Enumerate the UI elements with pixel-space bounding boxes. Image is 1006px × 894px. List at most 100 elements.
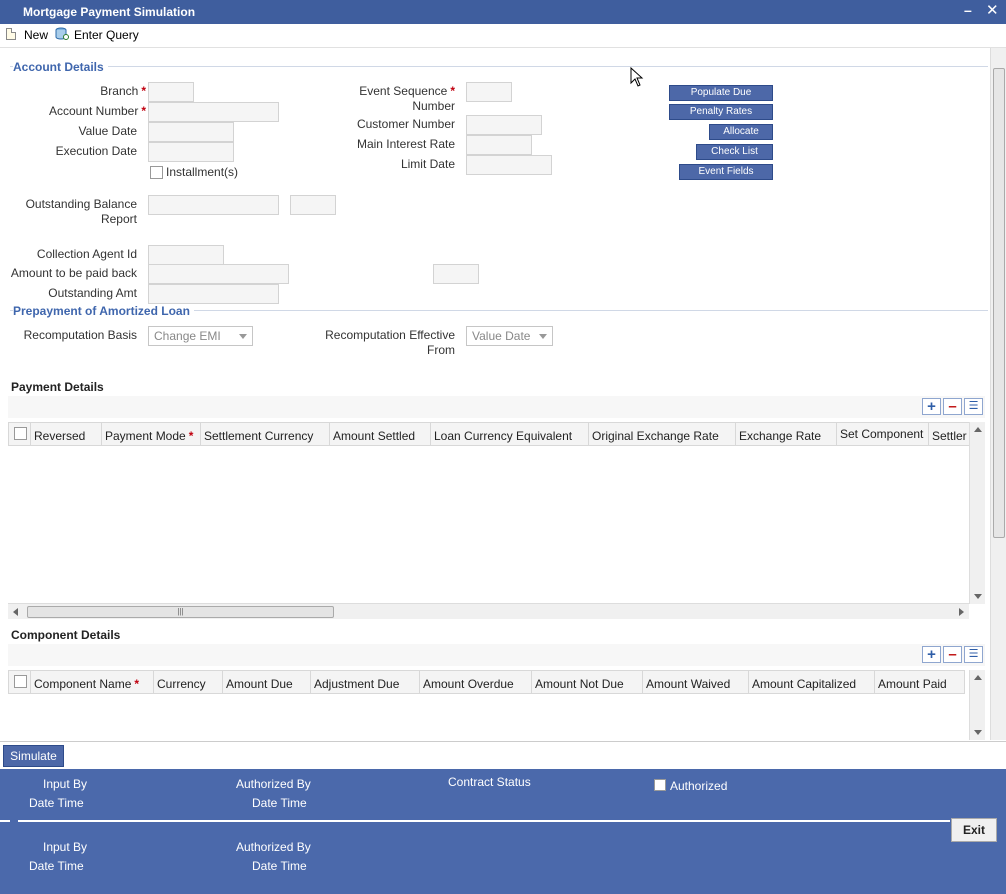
collection-agent-label: Collection Agent Id xyxy=(36,247,137,261)
amount-paid-back-input[interactable] xyxy=(148,264,289,284)
recomputation-basis-label: Recomputation Basis xyxy=(23,328,137,342)
hscroll-thumb[interactable]: ||| xyxy=(27,606,334,618)
date-time-label: Date Time xyxy=(252,859,307,873)
column-header[interactable]: Component Name * xyxy=(31,670,154,694)
new-label: New xyxy=(24,28,49,42)
event-fields-button[interactable]: Event Fields xyxy=(679,164,773,180)
scroll-left-icon[interactable] xyxy=(13,608,18,616)
account-number-input[interactable] xyxy=(148,102,279,122)
component-select-all-header xyxy=(8,670,31,694)
column-header[interactable]: Amount Overdue xyxy=(420,670,532,694)
value-date-input[interactable] xyxy=(148,122,234,142)
database-query-icon xyxy=(55,27,69,40)
select-all-checkbox[interactable] xyxy=(14,675,27,688)
outstanding-balance-label: Outstanding Balance Report xyxy=(10,197,137,227)
outstanding-amt-input[interactable] xyxy=(148,284,279,304)
outstanding-balance-label-line2: Report xyxy=(100,212,137,226)
column-header[interactable]: Original Exchange Rate xyxy=(589,422,736,446)
delete-row-icon[interactable]: – xyxy=(943,646,962,663)
collection-agent-input[interactable] xyxy=(148,245,224,265)
amount-paid-back-currency-input[interactable] xyxy=(433,264,479,284)
column-header[interactable]: Amount Not Due xyxy=(532,670,643,694)
scroll-down-icon[interactable] xyxy=(974,730,982,735)
column-header[interactable]: Set Component xyxy=(837,422,929,446)
main-interest-rate-input[interactable] xyxy=(466,135,532,155)
populate-due-button[interactable]: Populate Due xyxy=(669,85,773,101)
payment-details-heading: Payment Details xyxy=(11,380,104,394)
allocate-button[interactable]: Allocate xyxy=(709,124,773,140)
single-view-icon[interactable]: ☰ xyxy=(964,398,983,415)
limit-date-input[interactable] xyxy=(466,155,552,175)
installments-checkbox[interactable] xyxy=(150,166,163,179)
new-document-icon xyxy=(6,28,16,40)
column-header[interactable]: Loan Currency Equivalent xyxy=(431,422,589,446)
simulate-button[interactable]: Simulate xyxy=(3,745,64,767)
new-button[interactable]: New xyxy=(6,28,48,42)
recomputation-basis-select[interactable]: Change EMI xyxy=(148,326,253,346)
required-marker: * xyxy=(188,429,194,443)
recomputation-effective-value: Value Date xyxy=(472,329,531,343)
delete-row-icon[interactable]: – xyxy=(943,398,962,415)
authorized-checkbox[interactable] xyxy=(654,779,666,791)
required-marker: * xyxy=(141,104,146,118)
scroll-up-icon[interactable] xyxy=(974,427,982,432)
mouse-cursor-icon xyxy=(630,67,644,87)
close-icon[interactable]: ✕ xyxy=(986,1,999,19)
column-header[interactable]: Settler xyxy=(929,422,969,446)
column-header[interactable]: Payment Mode * xyxy=(102,422,201,446)
component-grid-vscroll[interactable] xyxy=(969,670,985,740)
payment-details-toolbar xyxy=(8,396,985,418)
main-vscroll[interactable] xyxy=(990,48,1006,740)
event-sequence-label-line2: Number xyxy=(412,99,455,113)
payment-grid-vscroll[interactable] xyxy=(969,422,985,604)
column-header[interactable]: Exchange Rate xyxy=(736,422,837,446)
column-header[interactable]: Currency xyxy=(154,670,223,694)
execution-date-input[interactable] xyxy=(148,142,234,162)
single-view-icon[interactable]: ☰ xyxy=(964,646,983,663)
scroll-down-icon[interactable] xyxy=(974,594,982,599)
required-marker: * xyxy=(141,84,146,98)
date-time-label: Date Time xyxy=(29,796,84,810)
outstanding-balance-report-input[interactable] xyxy=(290,195,336,215)
payment-grid-hscroll[interactable]: ||| xyxy=(8,603,969,619)
enter-query-button[interactable]: Enter Query xyxy=(55,27,139,42)
column-header[interactable]: Settlement Currency xyxy=(201,422,330,446)
add-row-icon[interactable]: + xyxy=(922,646,941,663)
branch-label: Branch * xyxy=(60,84,146,99)
column-header[interactable]: Amount Paid xyxy=(875,670,965,694)
event-sequence-input[interactable] xyxy=(466,82,512,102)
column-header[interactable]: Amount Capitalized xyxy=(749,670,875,694)
main-vscroll-thumb[interactable] xyxy=(993,68,1005,538)
value-date-label: Value Date xyxy=(78,124,137,138)
column-header[interactable]: Amount Waived xyxy=(643,670,749,694)
add-row-icon[interactable]: + xyxy=(922,398,941,415)
exit-button[interactable]: Exit xyxy=(951,818,997,842)
recomputation-effective-select[interactable]: Value Date xyxy=(466,326,553,346)
select-all-checkbox[interactable] xyxy=(14,427,27,440)
amount-paid-back-label: Amount to be paid back xyxy=(10,266,137,280)
check-list-button[interactable]: Check List xyxy=(696,144,773,160)
branch-input[interactable] xyxy=(148,82,194,102)
scroll-right-icon[interactable] xyxy=(959,608,964,616)
main-interest-rate-label: Main Interest Rate xyxy=(356,137,455,151)
column-header[interactable]: Reversed xyxy=(31,422,102,446)
customer-number-input[interactable] xyxy=(466,115,542,135)
footer-divider xyxy=(18,820,950,822)
audit-footer: Input By Date Time Authorized By Date Ti… xyxy=(0,769,1006,894)
input-by-label: Input By xyxy=(43,777,88,791)
penalty-rates-button[interactable]: Penalty Rates xyxy=(669,104,773,120)
recomputation-effective-label-line2: From xyxy=(427,343,455,357)
column-header-text: Component Name xyxy=(34,677,132,691)
account-number-label: Account Number * xyxy=(20,104,146,119)
column-header[interactable]: Amount Due xyxy=(223,670,311,694)
outstanding-balance-input[interactable] xyxy=(148,195,279,215)
account-details-divider xyxy=(10,66,988,67)
authorized-by-label: Authorized By xyxy=(236,777,311,791)
required-marker: * xyxy=(134,677,140,691)
minimize-icon[interactable]: – xyxy=(964,2,972,18)
customer-number-label: Customer Number xyxy=(356,117,455,131)
column-header[interactable]: Adjustment Due xyxy=(311,670,420,694)
prepayment-heading: Prepayment of Amortized Loan xyxy=(13,304,194,318)
column-header[interactable]: Amount Settled xyxy=(330,422,431,446)
scroll-up-icon[interactable] xyxy=(974,675,982,680)
